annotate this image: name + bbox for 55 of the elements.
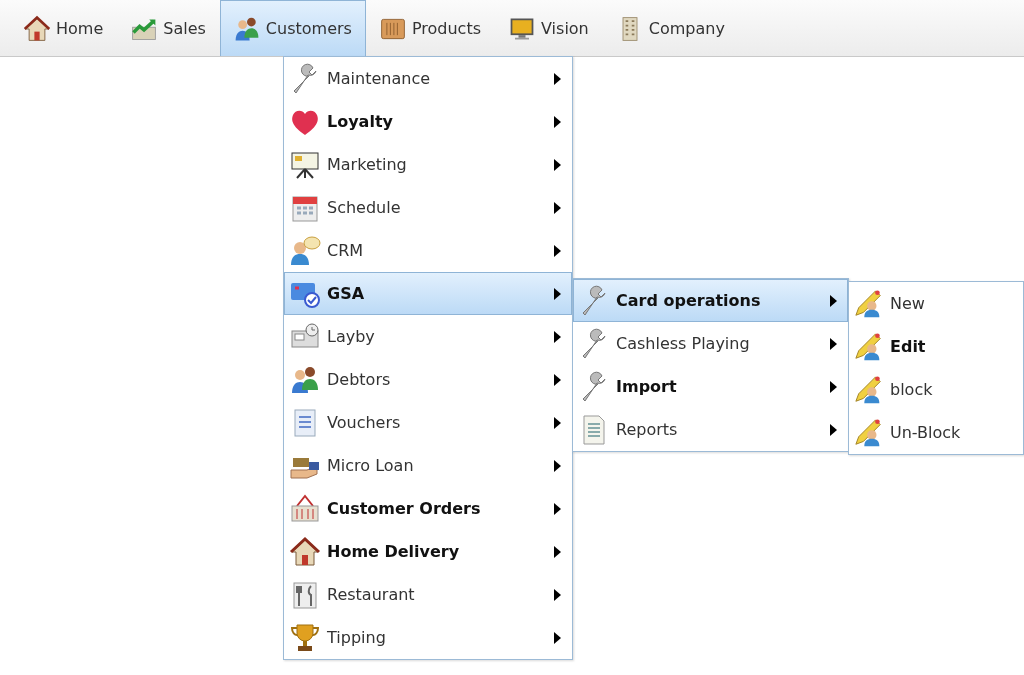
submenu-arrow-icon bbox=[554, 373, 561, 386]
menu-tab[interactable]: Company bbox=[602, 0, 739, 56]
submenu-arrow-icon bbox=[554, 244, 561, 257]
menu-item[interactable]: Cashless Playing bbox=[573, 322, 848, 365]
menu-item[interactable]: Maintenance bbox=[284, 57, 572, 100]
menu-item[interactable]: Edit bbox=[849, 325, 1023, 368]
house-icon bbox=[23, 14, 51, 43]
menu-item[interactable]: Un-Block bbox=[849, 411, 1023, 454]
house-icon bbox=[289, 535, 321, 568]
submenu-arrow-icon bbox=[554, 631, 561, 644]
submenu-arrow-icon bbox=[554, 545, 561, 558]
menu-item[interactable]: Reports bbox=[573, 408, 848, 451]
menu-item[interactable]: GSA bbox=[284, 272, 572, 315]
menu-item[interactable]: Loyalty bbox=[284, 100, 572, 143]
trophy-icon bbox=[289, 621, 321, 654]
menu-item[interactable]: Vouchers bbox=[284, 401, 572, 444]
menu-item[interactable]: Layby bbox=[284, 315, 572, 358]
submenu-arrow-icon bbox=[554, 115, 561, 128]
menu-item[interactable]: Home Delivery bbox=[284, 530, 572, 573]
pencil-person-icon bbox=[854, 331, 884, 362]
submenu-arrow-icon bbox=[830, 380, 837, 393]
submenu-arrow-icon bbox=[554, 459, 561, 472]
submenu-arrow-icon bbox=[554, 330, 561, 343]
menu-item[interactable]: CRM bbox=[284, 229, 572, 272]
submenu-arrow-icon bbox=[554, 72, 561, 85]
submenu-arrow-icon bbox=[830, 294, 837, 307]
menu-item[interactable]: Marketing bbox=[284, 143, 572, 186]
menu-tab[interactable]: Vision bbox=[495, 0, 603, 56]
pencil-person-icon bbox=[854, 288, 884, 319]
basket-icon bbox=[289, 492, 321, 525]
pencil-person-icon bbox=[854, 417, 884, 448]
menu-item[interactable]: Schedule bbox=[284, 186, 572, 229]
menu-item[interactable]: Micro Loan bbox=[284, 444, 572, 487]
submenu-arrow-icon bbox=[830, 337, 837, 350]
menu-item[interactable]: Import bbox=[573, 365, 848, 408]
menu-item[interactable]: Customer Orders bbox=[284, 487, 572, 530]
pencil-person-icon bbox=[854, 374, 884, 405]
menu-tab[interactable]: Home bbox=[10, 0, 118, 56]
submenu-arrow-icon bbox=[554, 502, 561, 515]
menu-item[interactable]: Restaurant bbox=[284, 573, 572, 616]
menu-item[interactable]: New bbox=[849, 282, 1023, 325]
submenu-arrow-icon bbox=[554, 201, 561, 214]
menu-item[interactable]: Tipping bbox=[284, 616, 572, 659]
submenu-arrow-icon bbox=[554, 588, 561, 601]
menu-item[interactable]: Card operations bbox=[573, 279, 848, 322]
menu-tab[interactable]: Customers bbox=[219, 0, 366, 56]
menu-tab[interactable]: Sales bbox=[117, 0, 220, 56]
menu-item[interactable]: Debtors bbox=[284, 358, 572, 401]
submenu-arrow-icon bbox=[554, 416, 561, 429]
submenu-arrow-icon bbox=[554, 158, 561, 171]
submenu-arrow-icon bbox=[554, 287, 561, 300]
person-chat-icon bbox=[289, 234, 321, 267]
menu-item[interactable]: block bbox=[849, 368, 1023, 411]
submenu-arrow-icon bbox=[830, 423, 837, 436]
menu-tab[interactable]: Products bbox=[365, 0, 495, 56]
